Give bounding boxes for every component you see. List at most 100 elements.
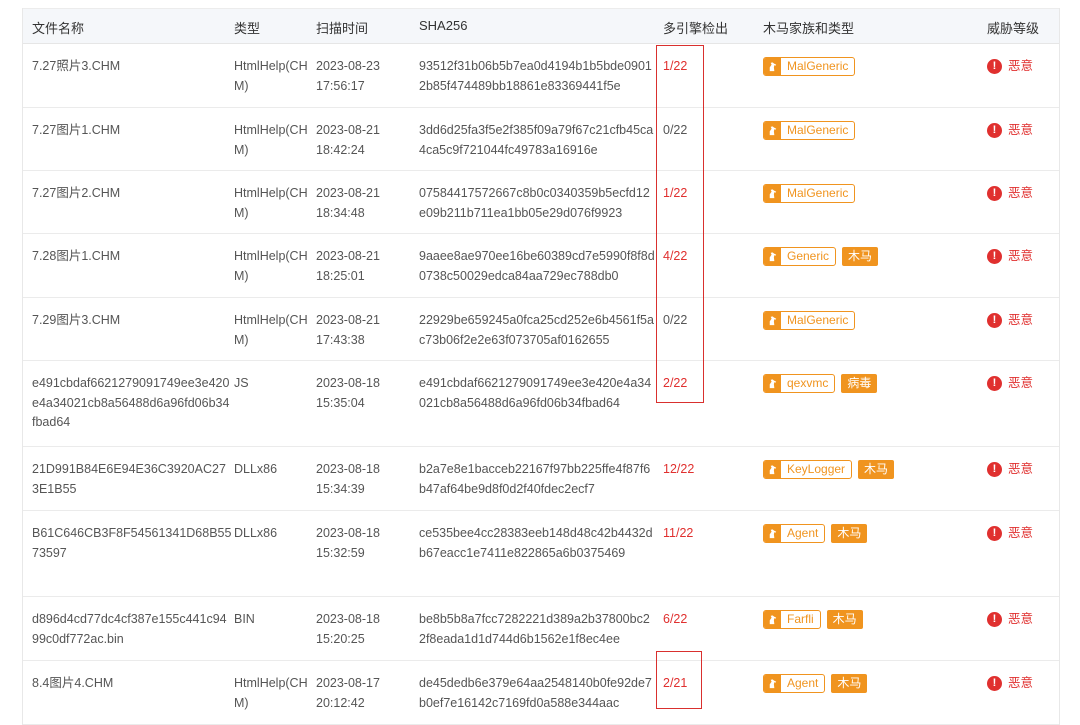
- detect-ratio[interactable]: 0/22: [663, 121, 723, 141]
- detect-ratio[interactable]: 1/22: [663, 57, 723, 77]
- scan-clock: 18:34:48: [316, 205, 365, 220]
- sha256-hash[interactable]: 07584417572667c8b0c0340359b5ecfd12e09b21…: [419, 184, 655, 223]
- category-badge: 木马: [831, 524, 868, 543]
- detect-ratio[interactable]: 0/22: [663, 311, 723, 331]
- family-cell: Generic 木马: [763, 247, 879, 266]
- threat-label: 恶意: [1008, 186, 1034, 200]
- scan-time: 2023-08-18 15:34:39: [316, 460, 408, 499]
- detect-ratio[interactable]: 11/22: [663, 524, 723, 544]
- file-name[interactable]: 7.27图片2.CHM: [32, 184, 232, 204]
- file-name[interactable]: 21D991B84E6E94E36C3920AC273E1B55: [32, 460, 232, 499]
- family-name: Agent: [787, 526, 819, 540]
- detect-ratio[interactable]: 12/22: [663, 460, 723, 480]
- threat-level: ! 恶意: [987, 247, 1033, 267]
- col-header-type[interactable]: 类型: [234, 18, 260, 37]
- exclamation-circle-icon: !: [987, 186, 1002, 202]
- file-type: JS: [234, 376, 249, 390]
- family-name: Agent: [787, 676, 819, 690]
- table-row[interactable]: 21D991B84E6E94E36C3920AC273E1B55 DLLx86 20…: [23, 447, 1059, 511]
- scan-time: 2023-08-21 17:43:38: [316, 311, 408, 350]
- family-badge[interactable]: Generic: [763, 247, 837, 266]
- file-name[interactable]: e491cbdaf6621279091749ee3e420e4a34021cb8…: [32, 374, 232, 433]
- file-name[interactable]: d896d4cd77dc4cf387e155c441c9499c0df772ac…: [32, 610, 232, 649]
- sha256-hash[interactable]: 22929be659245a0fca25cd252e6b4561f5ac73b0…: [419, 311, 655, 350]
- col-header-sha[interactable]: SHA256: [419, 18, 467, 33]
- horse-icon: [764, 375, 781, 392]
- detect-ratio[interactable]: 1/22: [663, 184, 723, 204]
- family-cell: MalGeneric: [763, 57, 856, 76]
- scan-results-table: 文件名称 类型 扫描时间 SHA256 多引擎检出 木马家族和类型 威胁等级 7…: [22, 8, 1060, 725]
- sha256-hash[interactable]: 9aaee8ae970ee16be60389cd7e5990f8f8d0738c…: [419, 247, 655, 286]
- scan-clock: 18:42:24: [316, 142, 365, 157]
- horse-icon: [764, 185, 781, 202]
- file-name[interactable]: B61C646CB3F8F54561341D68B5573597: [32, 524, 232, 563]
- sha256-hash[interactable]: 93512f31b06b5b7ea0d4194b1b5bde09012b85f4…: [419, 57, 655, 96]
- threat-label: 恶意: [1008, 676, 1034, 690]
- table-row[interactable]: d896d4cd77dc4cf387e155c441c9499c0df772ac…: [23, 597, 1059, 661]
- file-type: DLLx86: [234, 526, 278, 540]
- family-name: MalGeneric: [787, 123, 849, 137]
- scan-clock: 15:35:04: [316, 395, 365, 410]
- file-name[interactable]: 7.29图片3.CHM: [32, 311, 232, 331]
- table-row[interactable]: 8.4图片4.CHM HtmlHelp(CHM) 2023-08-17 20:12:4…: [23, 661, 1059, 725]
- sha256-hash[interactable]: e491cbdaf6621279091749ee3e420e4a34021cb8…: [419, 374, 655, 413]
- family-badge[interactable]: KeyLogger: [763, 460, 853, 479]
- threat-label: 恶意: [1008, 612, 1034, 626]
- family-badge[interactable]: Agent: [763, 674, 826, 693]
- col-header-threat[interactable]: 威胁等级: [987, 18, 1039, 37]
- threat-level: ! 恶意: [987, 674, 1033, 694]
- table-row[interactable]: 7.27照片3.CHM HtmlHelp(CHM) 2023-08-23 17:56:…: [23, 44, 1059, 108]
- sha256-hash[interactable]: de45dedb6e379e64aa2548140b0fe92de7b0ef7e…: [419, 674, 655, 713]
- exclamation-circle-icon: !: [987, 376, 1002, 392]
- family-badge[interactable]: Farfli: [763, 610, 821, 629]
- sha256-hash[interactable]: be8b5b8a7fcc7282221d389a2b37800bc22f8ead…: [419, 610, 655, 649]
- scan-date: 2023-08-21: [316, 249, 380, 263]
- sha256-hash[interactable]: b2a7e8e1bacceb22167f97bb225ffe4f87f6b47a…: [419, 460, 655, 499]
- file-name[interactable]: 7.27照片3.CHM: [32, 57, 232, 77]
- detect-ratio[interactable]: 2/22: [663, 374, 723, 394]
- col-header-family[interactable]: 木马家族和类型: [763, 18, 854, 37]
- family-badge[interactable]: MalGeneric: [763, 311, 856, 330]
- exclamation-circle-icon: !: [987, 526, 1002, 542]
- threat-label: 恶意: [1008, 249, 1034, 263]
- family-badge[interactable]: Agent: [763, 524, 826, 543]
- sha256-hash[interactable]: 3dd6d25fa3f5e2f385f09a79f67c21cfb45ca4ca…: [419, 121, 655, 160]
- table-row[interactable]: e491cbdaf6621279091749ee3e420e4a34021cb8…: [23, 361, 1059, 447]
- threat-label: 恶意: [1008, 526, 1034, 540]
- file-type: HtmlHelp(CHM): [234, 123, 308, 157]
- col-header-time[interactable]: 扫描时间: [316, 18, 368, 37]
- file-name[interactable]: 8.4图片4.CHM: [32, 674, 232, 694]
- detect-ratio[interactable]: 2/21: [663, 674, 723, 694]
- exclamation-circle-icon: !: [987, 676, 1002, 692]
- sha256-hash[interactable]: ce535bee4cc28383eeb148d48c42b4432db67eac…: [419, 524, 655, 563]
- col-header-detect[interactable]: 多引擎检出: [663, 18, 728, 37]
- file-name[interactable]: 7.27图片1.CHM: [32, 121, 232, 141]
- exclamation-circle-icon: !: [987, 123, 1002, 139]
- family-cell: qexvmc 病毒: [763, 374, 878, 393]
- category-badge: 木马: [831, 674, 868, 693]
- family-badge[interactable]: MalGeneric: [763, 184, 856, 203]
- family-cell: MalGeneric: [763, 311, 856, 330]
- threat-level: ! 恶意: [987, 311, 1033, 331]
- table-row[interactable]: 7.27图片1.CHM HtmlHelp(CHM) 2023-08-21 18:42:…: [23, 108, 1059, 171]
- table-row[interactable]: 7.29图片3.CHM HtmlHelp(CHM) 2023-08-21 17:43:…: [23, 298, 1059, 361]
- file-name[interactable]: 7.28图片1.CHM: [32, 247, 232, 267]
- table-row[interactable]: 7.28图片1.CHM HtmlHelp(CHM) 2023-08-21 18:25:…: [23, 234, 1059, 298]
- detect-ratio[interactable]: 6/22: [663, 610, 723, 630]
- exclamation-circle-icon: !: [987, 462, 1002, 478]
- horse-icon: [764, 611, 781, 628]
- table-row[interactable]: 7.27图片2.CHM HtmlHelp(CHM) 2023-08-21 18:34:…: [23, 171, 1059, 234]
- table-header: 文件名称 类型 扫描时间 SHA256 多引擎检出 木马家族和类型 威胁等级: [23, 8, 1059, 44]
- scan-date: 2023-08-18: [316, 376, 380, 390]
- scan-date: 2023-08-21: [316, 313, 380, 327]
- threat-level: ! 恶意: [987, 610, 1033, 630]
- family-badge[interactable]: MalGeneric: [763, 121, 856, 140]
- family-badge[interactable]: qexvmc: [763, 374, 836, 393]
- exclamation-circle-icon: !: [987, 612, 1002, 628]
- col-header-name[interactable]: 文件名称: [32, 18, 84, 37]
- family-badge[interactable]: MalGeneric: [763, 57, 856, 76]
- scan-time: 2023-08-21 18:25:01: [316, 247, 408, 286]
- table-row[interactable]: B61C646CB3F8F54561341D68B5573597 DLLx86 20…: [23, 511, 1059, 597]
- category-badge: 木马: [842, 247, 879, 266]
- detect-ratio[interactable]: 4/22: [663, 247, 723, 267]
